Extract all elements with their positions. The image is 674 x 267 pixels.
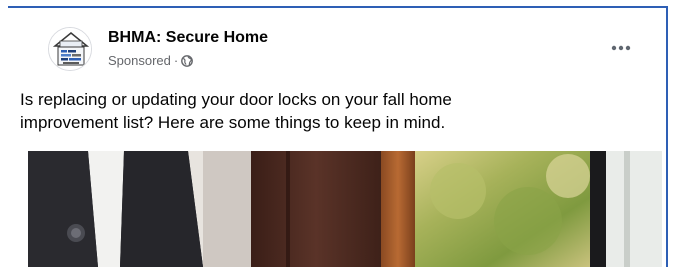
page-avatar[interactable]	[48, 27, 92, 71]
globe-icon[interactable]	[181, 54, 194, 67]
card-top-border	[8, 6, 668, 8]
more-options-icon	[611, 45, 631, 51]
door-lock-photo	[28, 151, 662, 267]
sponsored-post-card: BHMA: Secure Home Sponsored · Is replaci…	[0, 0, 674, 267]
sponsored-label[interactable]: Sponsored	[108, 53, 171, 68]
post-message-line-1: Is replacing or updating your door locks…	[20, 90, 452, 109]
more-options-button[interactable]	[607, 38, 635, 58]
page-name-link[interactable]: BHMA: Secure Home	[108, 29, 268, 47]
post-meta: Sponsored ·	[108, 53, 194, 68]
post-message-line-2: improvement list? Here are some things t…	[20, 113, 446, 132]
bhma-logo-icon	[49, 28, 91, 70]
post-message: Is replacing or updating your door locks…	[20, 88, 580, 134]
card-right-border	[666, 6, 668, 267]
post-image[interactable]	[28, 151, 662, 267]
meta-separator: ·	[173, 53, 179, 68]
